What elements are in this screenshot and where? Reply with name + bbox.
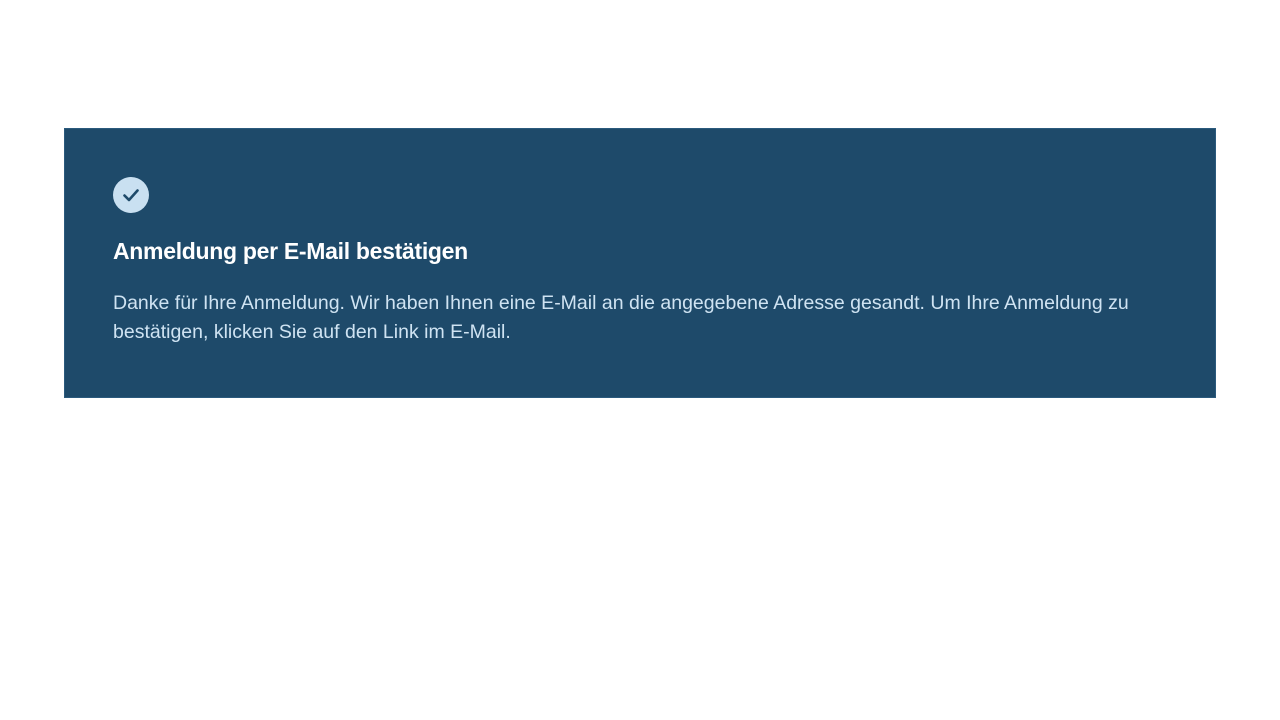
confirmation-banner: Anmeldung per E-Mail bestätigen Danke fü… — [64, 128, 1216, 398]
notice-message: Danke für Ihre Anmeldung. Wir haben Ihne… — [113, 292, 1129, 343]
check-icon — [123, 189, 139, 202]
notice-title: Anmeldung per E-Mail bestätigen — [113, 238, 468, 264]
success-badge — [113, 177, 149, 213]
